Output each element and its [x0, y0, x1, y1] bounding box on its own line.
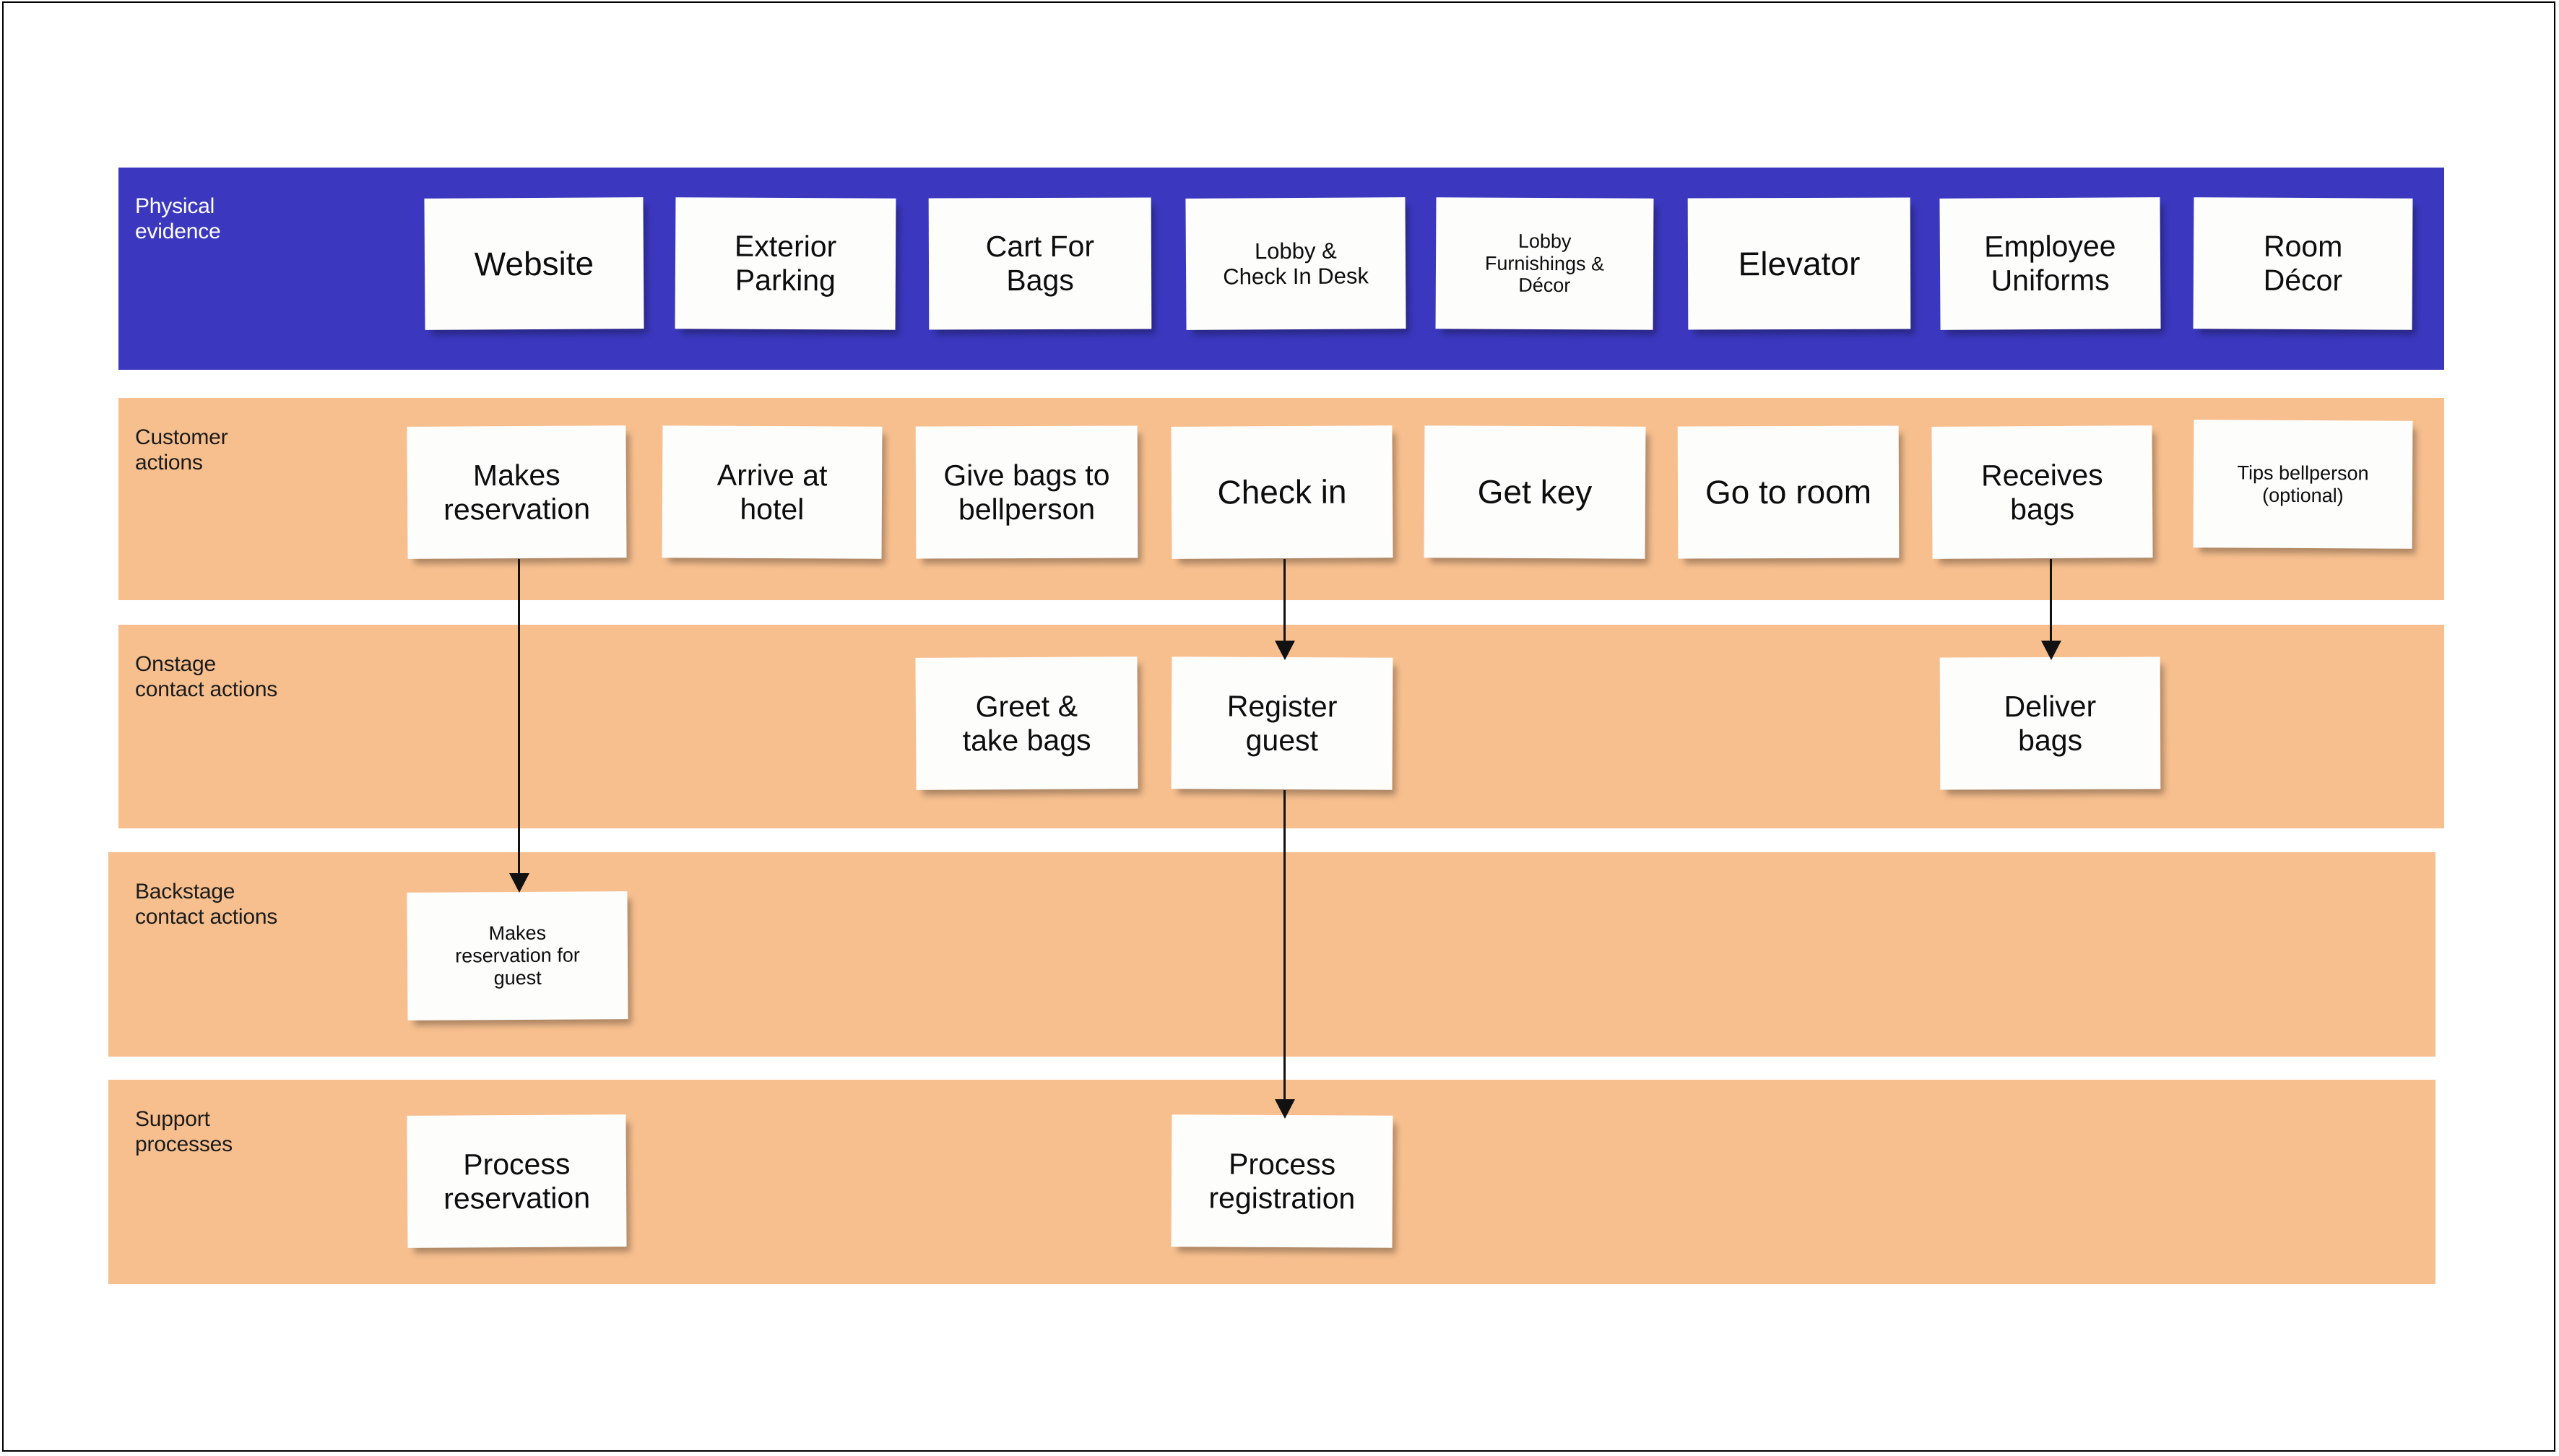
card-arrive-at-hotel: Arrive at hotel	[662, 425, 883, 559]
row-label-support-processes: Support processes	[135, 1107, 233, 1157]
card-makes-reservation-for-guest: Makes reservation for guest	[407, 891, 628, 1020]
card-elevator: Elevator	[1687, 197, 1911, 330]
card-makes-reservation: Makes reservation	[407, 425, 627, 559]
card-cart-for-bags: Cart For Bags	[928, 197, 1152, 330]
blueprint-canvas: Physical evidence Website Exterior Parki…	[2, 1, 2555, 1452]
card-website: Website	[424, 197, 644, 330]
card-room-decor: Room Décor	[2193, 197, 2413, 330]
card-go-to-room: Go to room	[1677, 425, 1900, 559]
card-register-guest: Register guest	[1171, 656, 1393, 790]
row-label-backstage-contact-actions: Backstage contact actions	[135, 880, 278, 930]
row-label-customer-actions: Customer actions	[135, 425, 228, 475]
row-label-onstage-contact-actions: Onstage contact actions	[135, 652, 278, 702]
card-lobby-furnishings-decor: Lobby Furnishings & Décor	[1435, 197, 1654, 330]
card-employee-uniforms: Employee Uniforms	[1939, 197, 2161, 330]
card-greet-take-bags: Greet & take bags	[915, 656, 1138, 790]
card-deliver-bags: Deliver bags	[1939, 656, 2161, 790]
card-exterior-parking: Exterior Parking	[675, 197, 896, 330]
card-tips-bellperson-optional: Tips bellperson (optional)	[2193, 420, 2413, 549]
card-receives-bags: Receives bags	[1931, 425, 2153, 559]
card-lobby-check-in-desk: Lobby & Check In Desk	[1185, 197, 1406, 330]
card-process-reservation: Process reservation	[407, 1114, 627, 1248]
card-give-bags-to-bellperson: Give bags to bellperson	[915, 425, 1138, 559]
card-get-key: Get key	[1424, 425, 1646, 559]
card-process-registration: Process registration	[1171, 1114, 1393, 1248]
row-label-physical-evidence: Physical evidence	[135, 194, 221, 244]
card-check-in: Check in	[1171, 425, 1393, 559]
